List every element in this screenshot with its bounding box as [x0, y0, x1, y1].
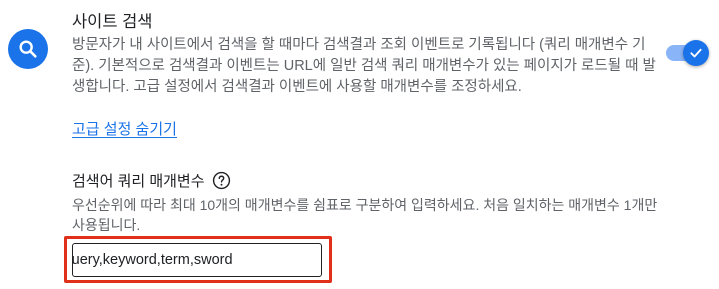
toggle-knob [683, 40, 709, 66]
search-icon [8, 29, 48, 69]
query-param-label: 검색어 쿼리 매개변수 [72, 173, 205, 190]
hide-advanced-settings-link[interactable]: 고급 설정 숨기기 [72, 118, 177, 139]
query-param-field[interactable] [72, 243, 322, 277]
site-search-settings: 사이트 검색 방문자가 내 사이트에서 검색을 할 때마다 검색결과 조회 이벤… [0, 0, 719, 289]
help-circle-icon[interactable] [212, 171, 231, 190]
query-param-label-row: 검색어 쿼리 매개변수 [72, 170, 231, 191]
section-description: 방문자가 내 사이트에서 검색을 할 때마다 검색결과 조회 이벤트로 기록됩니… [72, 37, 656, 95]
query-param-input[interactable] [73, 252, 321, 268]
check-icon [690, 48, 702, 58]
query-param-description: 우선순위에 따라 최대 10개의 매개변수를 쉼표로 구분하여 입력하세요. 처… [72, 197, 658, 233]
section-title: 사이트 검색 [72, 13, 153, 31]
site-search-toggle[interactable] [666, 38, 712, 68]
